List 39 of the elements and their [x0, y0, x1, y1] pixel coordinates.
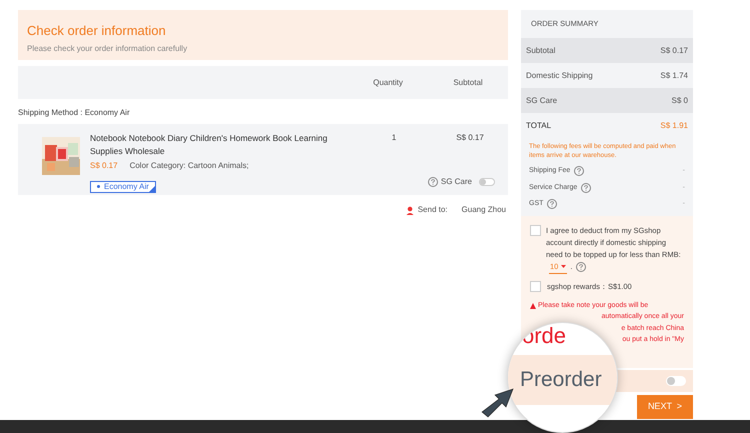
send-to-label: Send to:	[418, 204, 448, 216]
shipping-option[interactable]: Economy Air	[90, 180, 156, 192]
row-value: S$ 1.74	[660, 70, 688, 82]
column-header: Quantity	[372, 76, 404, 88]
help-icon[interactable]	[428, 177, 438, 187]
item-price: S$ 0.17	[90, 160, 118, 172]
row-label: Domestic Shipping	[526, 70, 593, 82]
quantity-cell-text: 1	[390, 132, 398, 144]
magnified-label: Preorder	[520, 367, 602, 394]
row-label: SG Care	[526, 94, 558, 106]
send-to-city: Guang Zhou	[462, 204, 506, 216]
help-icon[interactable]	[574, 166, 584, 176]
bullet-icon	[97, 185, 100, 188]
help-icon[interactable]	[576, 262, 586, 272]
sg-care-label: SG Care	[440, 176, 472, 188]
caret-icon	[561, 265, 566, 268]
checkbox[interactable]	[530, 224, 541, 236]
subtotal-cell-text: S$ 0.17	[455, 132, 485, 144]
help-icon[interactable]	[581, 182, 592, 193]
product-title[interactable]: Notebook Notebook Diary Children's Homework Book Learning Supplies Wholesale	[90, 132, 356, 158]
row-value: S$ 0	[672, 94, 688, 106]
checkbox[interactable]	[530, 280, 541, 292]
page-subtitle: Please check your order information carefully	[27, 42, 188, 54]
row-value: S$ 1.91	[660, 120, 688, 132]
row-label: TOTAL	[526, 120, 552, 132]
sg-care-toggle[interactable]	[479, 178, 495, 186]
shipping-method: Shipping Method : Economy Air	[18, 107, 131, 119]
shipping-label: Economy Air	[104, 180, 149, 192]
cursor-arrow-icon	[480, 388, 514, 418]
warning-icon	[530, 302, 536, 308]
help-icon[interactable]	[547, 199, 558, 210]
preorder-toggle[interactable]	[666, 376, 686, 386]
page-title: Check order information	[27, 22, 167, 40]
next-button[interactable]: NEXT >	[637, 394, 693, 418]
column-header: Subtotal	[452, 76, 484, 88]
corner-check-icon	[148, 186, 155, 192]
row-label: Subtotal	[526, 44, 556, 56]
item-variant: Color Category: Cartoon Animals;	[130, 160, 249, 172]
row-value: S$ 0.17	[660, 44, 688, 56]
